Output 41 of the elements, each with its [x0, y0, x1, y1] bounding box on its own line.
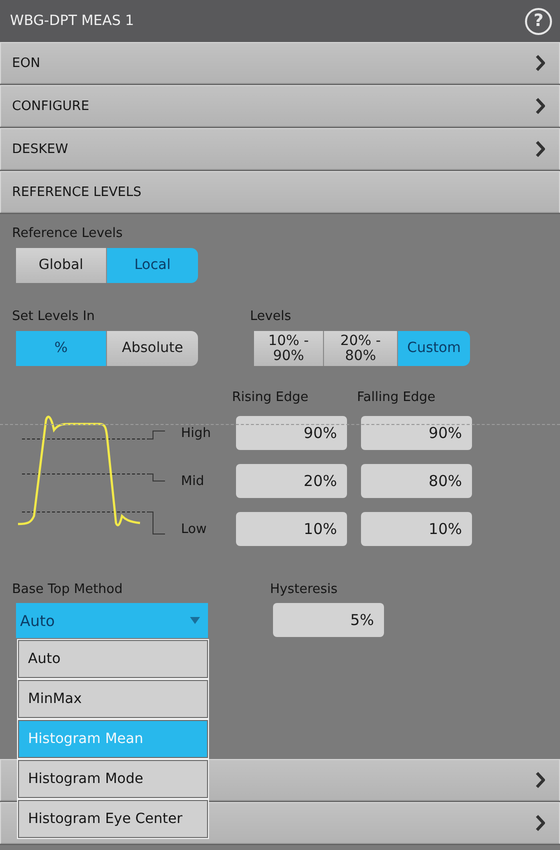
toggle-option[interactable]: Global: [16, 248, 107, 283]
column-header: Falling Edge: [357, 390, 436, 406]
dropdown-option[interactable]: Histogram Eye Center: [18, 800, 208, 838]
value-field[interactable]: 90%: [236, 416, 347, 450]
column-header: Rising Edge: [232, 390, 310, 406]
field-label: Hysteresis: [270, 582, 339, 598]
dropdown-option[interactable]: MinMax: [18, 680, 208, 718]
toggle-option[interactable]: Local: [107, 248, 198, 283]
level-label: High: [180, 424, 212, 442]
section-header[interactable]: REFERENCE LEVELS: [0, 171, 560, 213]
value-field[interactable]: 80%: [361, 464, 472, 498]
field-label: Levels: [250, 309, 292, 325]
value-field[interactable]: 90%: [361, 416, 472, 450]
chevron-icon: [535, 141, 545, 157]
section-header[interactable]: EON: [0, 42, 560, 84]
section-header[interactable]: DESKEW: [0, 128, 560, 170]
field-label: Base Top Method: [12, 582, 124, 598]
chevron-icon: [535, 815, 545, 831]
help-button[interactable]: ?: [525, 8, 552, 34]
toggle-option[interactable]: 10% - 90%: [254, 331, 324, 366]
field-label: Set Levels In: [12, 309, 96, 325]
toggle-option[interactable]: %: [16, 331, 107, 366]
value-field[interactable]: 20%: [236, 464, 347, 498]
chevron-icon: [535, 55, 545, 71]
dropdown-field[interactable]: Auto: [16, 603, 208, 638]
chevron-icon: [535, 98, 545, 114]
toggle-option[interactable]: 20% - 80%: [324, 331, 398, 366]
dropdown-option[interactable]: Histogram Mode: [18, 760, 208, 798]
level-label: Mid: [180, 472, 206, 490]
window-title: WBG-DPT MEAS 1: [10, 13, 134, 29]
value-field[interactable]: 10%: [361, 512, 472, 546]
toggle-option[interactable]: Custom: [398, 331, 470, 366]
dropdown-option[interactable]: Auto: [18, 640, 208, 678]
caret-icon: [190, 617, 200, 624]
value-field[interactable]: 10%: [236, 512, 347, 546]
section-header[interactable]: CONFIGURE: [0, 85, 560, 127]
level-label: Low: [180, 520, 208, 538]
chevron-icon: [535, 772, 545, 788]
field-label: Reference Levels: [12, 226, 124, 242]
toggle-option[interactable]: Absolute: [107, 331, 198, 366]
value-field[interactable]: 5%: [273, 603, 384, 637]
